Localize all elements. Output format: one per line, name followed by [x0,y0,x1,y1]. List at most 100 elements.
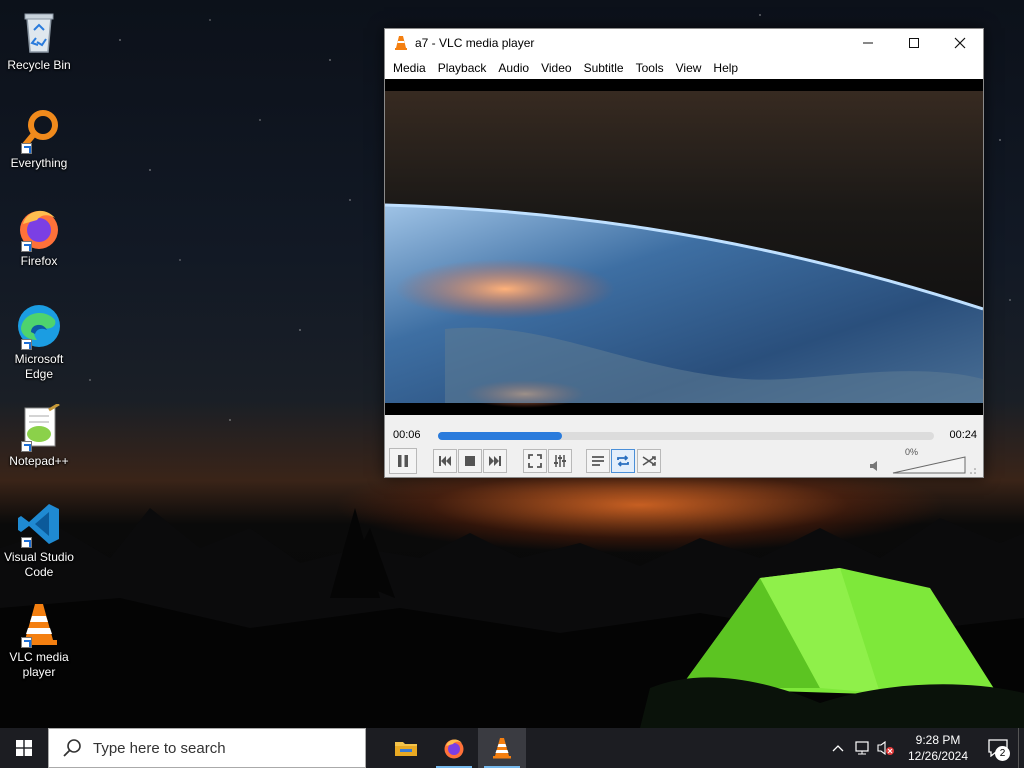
show-desktop-button[interactable] [1018,728,1024,768]
vlc-icon [493,738,511,759]
elapsed-time: 00:06 [393,429,421,441]
video-area[interactable] [385,79,983,415]
close-icon [954,37,966,49]
desktop-icon-everything[interactable]: Everything [2,106,76,171]
desktop-icon-recycle-bin[interactable]: Recycle Bin [2,8,76,73]
desktop-icon-label: Notepad++ [9,454,69,468]
next-icon [489,456,501,466]
vlc-window: a7 - VLC media player Media Playback Aud… [384,28,984,478]
menu-video[interactable]: Video [535,57,577,79]
pause-icon [398,455,408,467]
next-button[interactable] [483,449,507,473]
desktop-icon-label: Microsoft Edge [14,352,64,381]
taskbar-vlc[interactable] [478,728,526,768]
firefox-icon [444,739,464,759]
menu-subtitle[interactable]: Subtitle [578,57,630,79]
loop-button[interactable] [611,449,635,473]
stop-button[interactable] [458,449,482,473]
maximize-button[interactable] [891,29,937,57]
vlc-icon [15,600,63,648]
clock-date: 12/26/2024 [907,749,969,763]
speaker-muted-icon [877,740,894,756]
vlc-menubar: Media Playback Audio Video Subtitle Tool… [385,57,983,79]
fullscreen-button[interactable] [523,449,547,473]
minimize-button[interactable] [845,29,891,57]
desktop-icon-label: Visual Studio Code [4,550,74,579]
desktop-icon-label: Recycle Bin [7,58,71,72]
system-tray: 9:28 PM 12/26/2024 2 [826,728,1024,768]
controls-row: 0% [385,447,983,475]
shortcut-arrow-icon [21,143,32,154]
playlist-icon [592,456,604,466]
network-button[interactable] [850,728,874,768]
shuffle-button[interactable] [637,449,661,473]
shortcut-arrow-icon [21,537,32,548]
menu-tools[interactable]: Tools [630,57,670,79]
desktop-icon-label: Everything [10,156,68,170]
video-frame-earth [385,79,983,415]
maximize-icon [909,38,919,48]
edge-icon [15,302,63,350]
taskbar-firefox[interactable] [430,728,478,768]
desktop-icon-label: VLC media player [9,650,69,679]
shortcut-arrow-icon [21,241,32,252]
search-input[interactable] [93,739,353,757]
taskbar-search[interactable] [48,728,366,768]
vlc-titlebar[interactable]: a7 - VLC media player [385,29,983,57]
vlc-icon [395,36,407,50]
speaker-icon [870,461,877,471]
everything-search-icon [15,106,63,154]
stop-icon [465,456,475,466]
menu-view[interactable]: View [670,57,708,79]
minimize-icon [863,42,873,44]
resize-grip-icon[interactable] [969,467,977,475]
volume-button[interactable] [874,728,898,768]
notepadpp-icon [15,402,63,452]
close-button[interactable] [937,29,983,57]
extended-settings-button[interactable] [548,449,572,473]
action-center-button[interactable]: 2 [978,728,1018,768]
desktop-icon-edge[interactable]: Microsoft Edge [2,302,76,382]
chevron-up-icon [832,745,844,752]
window-title: a7 - VLC media player [415,36,535,50]
volume-slider[interactable] [891,455,967,475]
previous-button[interactable] [433,449,457,473]
seek-slider[interactable] [438,432,934,440]
menu-audio[interactable]: Audio [492,57,535,79]
taskbar-clock[interactable]: 9:28 PM 12/26/2024 [898,732,978,764]
wallpaper-landscape [0,508,1024,728]
pause-button[interactable] [389,448,417,474]
notification-badge: 2 [995,746,1010,761]
desktop-icon-firefox[interactable]: Firefox [2,204,76,269]
menu-media[interactable]: Media [387,57,432,79]
desktop-icon-label: Firefox [20,254,58,268]
loop-icon [617,455,629,467]
shortcut-arrow-icon [21,339,32,350]
taskbar: 9:28 PM 12/26/2024 2 [0,728,1024,768]
taskbar-file-explorer[interactable] [382,728,430,768]
vscode-icon [15,500,63,548]
recycle-bin-icon [15,8,63,56]
windows-logo-icon [16,740,32,756]
fullscreen-icon [528,454,542,468]
start-button[interactable] [0,728,48,768]
desktop-icon-vscode[interactable]: Visual Studio Code [2,500,76,580]
file-explorer-icon [395,742,417,756]
menu-playback[interactable]: Playback [432,57,493,79]
seek-progress-fill [438,432,562,440]
clock-time: 9:28 PM [915,733,961,747]
total-time: 00:24 [949,429,977,441]
volume-control: 0% [869,447,979,475]
desktop-icon-vlc[interactable]: VLC media player [2,600,76,680]
playlist-button[interactable] [586,449,610,473]
shortcut-arrow-icon [21,441,32,452]
desktop-icon-notepadpp[interactable]: Notepad++ [2,402,76,469]
menu-help[interactable]: Help [707,57,744,79]
firefox-icon [15,204,63,252]
shuffle-icon [642,456,656,466]
previous-icon [439,456,451,466]
shortcut-arrow-icon [21,637,32,648]
show-hidden-icons-button[interactable] [826,728,850,768]
seek-row: 00:06 00:24 [385,427,983,443]
network-icon [855,741,869,755]
